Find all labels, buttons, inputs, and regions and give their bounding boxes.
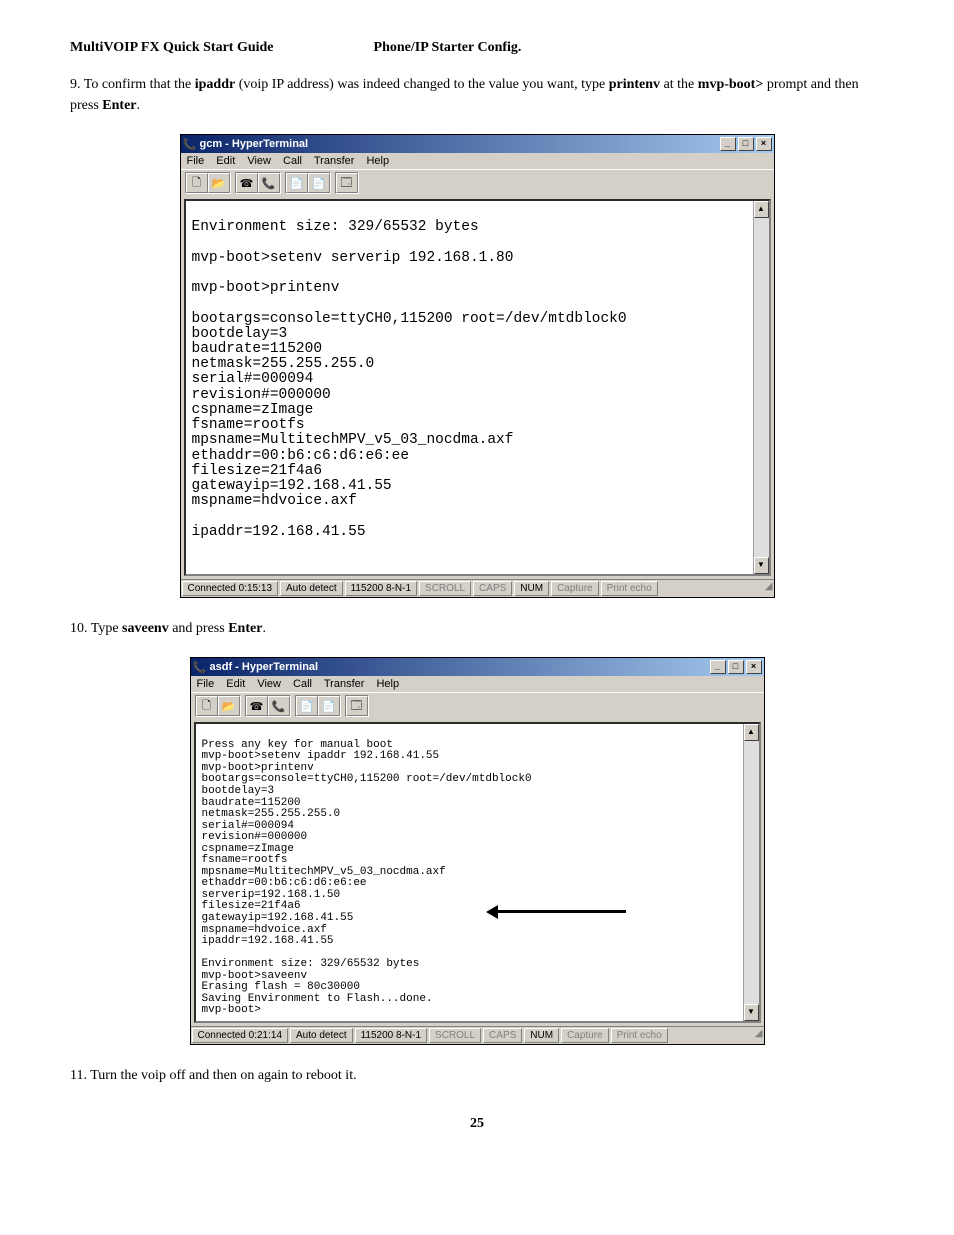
status-params: 115200 8-N-1 [345,581,417,596]
hyperterminal-window-1: 📞 gcm - HyperTerminal _ □ × File Edit Vi… [180,134,775,598]
send-icon[interactable]: 📄 [296,696,318,716]
prop-icon[interactable]: 🗔 [346,696,368,716]
status-connected: Connected 0:21:14 [192,1028,289,1043]
close-button[interactable]: × [746,660,762,674]
menu-help[interactable]: Help [376,678,399,690]
menu-file[interactable]: File [197,678,215,690]
recv-icon[interactable]: 📄 [318,696,340,716]
status-echo: Print echo [601,581,658,596]
status-caps: CAPS [473,581,512,596]
maximize-button[interactable]: □ [728,660,744,674]
header-left: MultiVOIP FX Quick Start Guide [70,40,274,56]
enter-key: Enter [102,98,136,113]
open-icon[interactable]: 📂 [208,173,230,193]
statusbar: Connected 0:15:13 Auto detect 115200 8-N… [181,579,774,597]
new-icon[interactable]: 🗋 [196,696,218,716]
status-num: NUM [524,1028,559,1043]
terminal-view: Environment size: 329/65532 bytes mvp-bo… [184,199,771,576]
step-9-num: 9. [70,77,84,92]
status-capture: Capture [561,1028,609,1043]
minimize-button[interactable]: _ [720,137,736,151]
terminal-output[interactable]: Environment size: 329/65532 bytes mvp-bo… [186,201,753,574]
recv-icon[interactable]: 📄 [308,173,330,193]
new-icon[interactable]: 🗋 [186,173,208,193]
scrollbar[interactable]: ▲ ▼ [743,724,759,1021]
maximize-button[interactable]: □ [738,137,754,151]
menu-view[interactable]: View [247,155,271,167]
minimize-button[interactable]: _ [710,660,726,674]
app-icon: 📞 [193,660,207,674]
titlebar[interactable]: 📞 gcm - HyperTerminal _ □ × [181,135,774,153]
window-controls: _ □ × [720,137,772,151]
status-detect: Auto detect [290,1028,353,1043]
close-button[interactable]: × [756,137,772,151]
call-icon[interactable]: ☎ [236,173,258,193]
menu-transfer[interactable]: Transfer [324,678,365,690]
printenv-keyword: printenv [609,77,660,92]
open-icon[interactable]: 📂 [218,696,240,716]
resize-grip-icon[interactable]: ◢ [759,581,774,597]
window-title: asdf - HyperTerminal [210,661,710,673]
hang-icon[interactable]: 📞 [258,173,280,193]
app-icon: 📞 [183,137,197,151]
scroll-up-icon[interactable]: ▲ [754,201,769,218]
menu-call[interactable]: Call [283,155,302,167]
terminal-output[interactable]: Press any key for manual boot mvp-boot>s… [196,724,743,1021]
status-params: 115200 8-N-1 [355,1028,427,1043]
step-11-text: 11. Turn the voip off and then on again … [70,1065,884,1086]
hyperterminal-window-2: 📞 asdf - HyperTerminal _ □ × File Edit V… [190,657,765,1045]
scroll-down-icon[interactable]: ▼ [744,1004,759,1021]
status-detect: Auto detect [280,581,343,596]
step-9-text: 9. To confirm that the ipaddr (voip IP a… [70,74,884,116]
menu-transfer[interactable]: Transfer [314,155,355,167]
menu-help[interactable]: Help [366,155,389,167]
menu-call[interactable]: Call [293,678,312,690]
menubar: File Edit View Call Transfer Help [181,153,774,169]
statusbar: Connected 0:21:14 Auto detect 115200 8-N… [191,1026,764,1044]
menu-view[interactable]: View [257,678,281,690]
enter-key: Enter [228,621,262,636]
step-10-text: 10. Type saveenv and press Enter. [70,618,884,639]
mvp-boot-prompt: mvp-boot> [698,77,764,92]
step-11-num: 11. [70,1068,90,1083]
toolbar: 🗋 📂 ☎ 📞 📄 📄 🗔 [191,692,764,719]
page-number: 25 [70,1116,884,1132]
status-echo: Print echo [611,1028,668,1043]
prop-icon[interactable]: 🗔 [336,173,358,193]
ipaddr-keyword: ipaddr [195,77,235,92]
page-header: MultiVOIP FX Quick Start Guide Phone/IP … [70,40,884,56]
send-icon[interactable]: 📄 [286,173,308,193]
resize-grip-icon[interactable]: ◢ [749,1028,764,1044]
status-connected: Connected 0:15:13 [182,581,279,596]
window-title: gcm - HyperTerminal [200,138,720,150]
menu-edit[interactable]: Edit [216,155,235,167]
menubar: File Edit View Call Transfer Help [191,676,764,692]
call-icon[interactable]: ☎ [246,696,268,716]
saveenv-keyword: saveenv [122,621,169,636]
titlebar[interactable]: 📞 asdf - HyperTerminal _ □ × [191,658,764,676]
status-capture: Capture [551,581,599,596]
hang-icon[interactable]: 📞 [268,696,290,716]
menu-file[interactable]: File [187,155,205,167]
status-scroll: SCROLL [419,581,471,596]
status-num: NUM [514,581,549,596]
window-controls: _ □ × [710,660,762,674]
terminal-view: Press any key for manual boot mvp-boot>s… [194,722,761,1023]
status-scroll: SCROLL [429,1028,481,1043]
menu-edit[interactable]: Edit [226,678,245,690]
scroll-up-icon[interactable]: ▲ [744,724,759,741]
header-center: Phone/IP Starter Config. [274,40,884,56]
step-10-num: 10. [70,621,91,636]
status-caps: CAPS [483,1028,522,1043]
scrollbar[interactable]: ▲ ▼ [753,201,769,574]
scroll-down-icon[interactable]: ▼ [754,557,769,574]
toolbar: 🗋 📂 ☎ 📞 📄 📄 🗔 [181,169,774,196]
